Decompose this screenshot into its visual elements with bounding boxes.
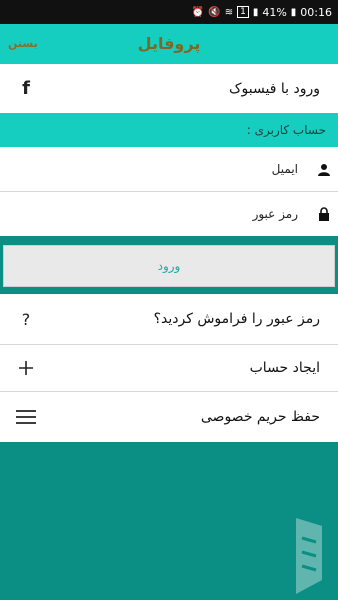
facebook-icon: f — [22, 78, 30, 99]
email-field[interactable]: ایمیل — [0, 147, 338, 191]
forgot-password-label: رمز عبور را فراموش کردید؟ — [153, 311, 320, 327]
privacy-label: حفظ حریم خصوصی — [200, 409, 320, 425]
alarm-icon: ⏰ — [191, 6, 205, 18]
forgot-password-item[interactable]: رمز عبور را فراموش کردید؟ ? — [0, 294, 338, 344]
menu-icon — [16, 392, 36, 442]
privacy-item[interactable]: حفظ حریم خصوصی — [0, 392, 338, 442]
account-section-header: حساب کاربری : — [0, 113, 338, 147]
status-bar: ⏰ 🔇 ≋ 1 ▮ 41% ▮ 00:16 — [0, 0, 338, 24]
mute-icon: 🔇 — [208, 6, 221, 18]
user-icon — [316, 147, 332, 191]
status-right: ⏰ 🔇 ≋ 1 ▮ 41% ▮ 00:16 — [192, 0, 332, 24]
login-button[interactable]: ورود — [3, 245, 335, 287]
battery-icon: ▮ — [290, 6, 297, 18]
password-field[interactable]: رمز عبور — [0, 192, 338, 236]
account-section-title: حساب کاربری : — [246, 123, 326, 137]
lock-icon — [316, 192, 332, 236]
plus-icon — [16, 345, 36, 391]
password-placeholder: رمز عبور — [252, 207, 298, 221]
clock: 00:16 — [300, 5, 332, 19]
notification-count: 1 — [237, 6, 249, 18]
login-area: ورود — [0, 238, 338, 294]
facebook-login-button[interactable]: ورود با فیسبوک f — [0, 64, 338, 113]
facebook-login-label: ورود با فیسبوک — [229, 80, 320, 97]
signal-icon: ▮ — [252, 6, 259, 18]
email-placeholder: ایمیل — [271, 162, 298, 176]
close-button[interactable]: بستن — [8, 24, 38, 64]
battery-percent: 41% — [262, 5, 287, 19]
app-bar: پروفایل بستن — [0, 24, 338, 64]
store-watermark-logo — [286, 518, 332, 594]
create-account-item[interactable]: ایجاد حساب — [0, 345, 338, 391]
question-icon: ? — [21, 309, 31, 329]
wifi-icon: ≋ — [224, 6, 234, 18]
create-account-label: ایجاد حساب — [249, 360, 320, 376]
page-title: پروفایل — [137, 34, 201, 53]
